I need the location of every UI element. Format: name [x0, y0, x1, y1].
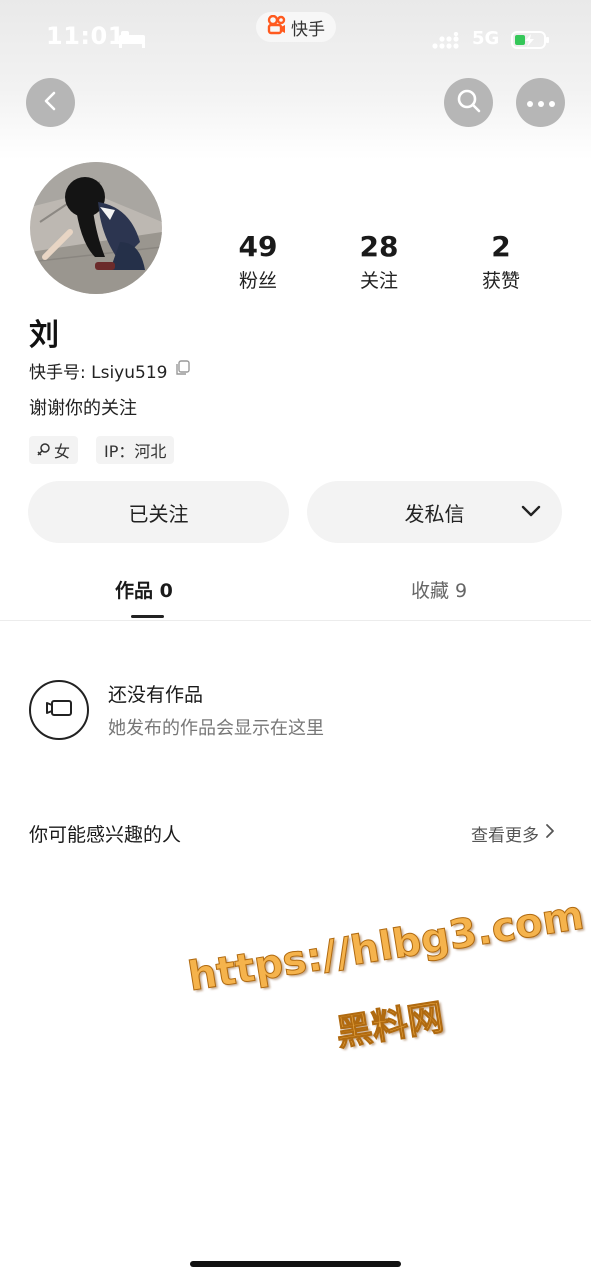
empty-state-title: 还没有作品 — [108, 684, 204, 706]
stat-value: 49 — [238, 230, 278, 263]
stat-value: 2 — [491, 230, 511, 263]
more-button[interactable] — [516, 78, 565, 127]
video-camera-icon — [45, 698, 73, 722]
kuaishou-id-text: 快手号: Lsiyu519 — [29, 363, 168, 383]
see-more-label: 查看更多 — [471, 826, 539, 846]
bed-icon — [118, 29, 146, 53]
kuaishou-id: 快手号: Lsiyu519 — [29, 358, 191, 383]
profile-bio: 谢谢你的关注 — [29, 398, 137, 419]
signal-icon — [432, 31, 462, 54]
tab-works[interactable]: 作品 0 — [115, 576, 173, 603]
stat-likes[interactable]: 2 获赞 — [456, 230, 546, 293]
divider — [0, 620, 591, 621]
gender-tag: 女 — [29, 436, 79, 464]
network-label: 5G — [472, 28, 500, 49]
home-indicator[interactable] — [190, 1261, 401, 1267]
app-indicator[interactable]: 快手 — [256, 12, 336, 42]
search-button[interactable] — [444, 78, 493, 127]
kuaishou-logo-icon — [267, 14, 287, 40]
stat-label: 获赞 — [481, 270, 520, 292]
profile-name: 刘 — [29, 318, 59, 353]
watermark-text: 黑料网 — [333, 996, 447, 1055]
stat-label: 关注 — [359, 270, 398, 292]
message-label: 发私信 — [404, 501, 465, 526]
avatar[interactable] — [30, 162, 162, 294]
battery-charging-icon — [511, 30, 551, 54]
stat-label: 粉丝 — [238, 270, 277, 292]
following-button[interactable]: 已关注 — [28, 481, 289, 543]
see-more-link[interactable]: 查看更多 — [471, 821, 555, 846]
back-icon — [40, 90, 62, 116]
following-label: 已关注 — [128, 501, 189, 526]
gender-text: 女 — [54, 442, 71, 461]
status-time: 11:01 — [46, 22, 125, 50]
more-icon — [526, 93, 556, 112]
stat-value: 28 — [359, 230, 399, 263]
watermark-url: https://hlbg3.com — [185, 892, 588, 1001]
empty-state-subtitle: 她发布的作品会显示在这里 — [108, 718, 324, 739]
tab-underline — [131, 615, 164, 618]
chevron-right-icon — [545, 823, 555, 844]
stat-followers[interactable]: 49 粉丝 — [213, 230, 303, 293]
ip-text: IP：河北 — [104, 442, 167, 461]
female-icon — [37, 441, 51, 460]
empty-state-icon-circle — [29, 680, 89, 740]
back-button[interactable] — [26, 78, 75, 127]
ip-tag: IP：河北 — [96, 436, 175, 464]
recommend-title: 你可能感兴趣的人 — [29, 824, 182, 846]
search-icon — [456, 88, 482, 118]
tab-favorites[interactable]: 收藏 9 — [411, 576, 467, 603]
chevron-down-icon[interactable] — [520, 503, 542, 523]
stat-following[interactable]: 28 关注 — [334, 230, 424, 293]
copy-icon[interactable] — [175, 360, 191, 381]
app-name: 快手 — [291, 19, 325, 40]
